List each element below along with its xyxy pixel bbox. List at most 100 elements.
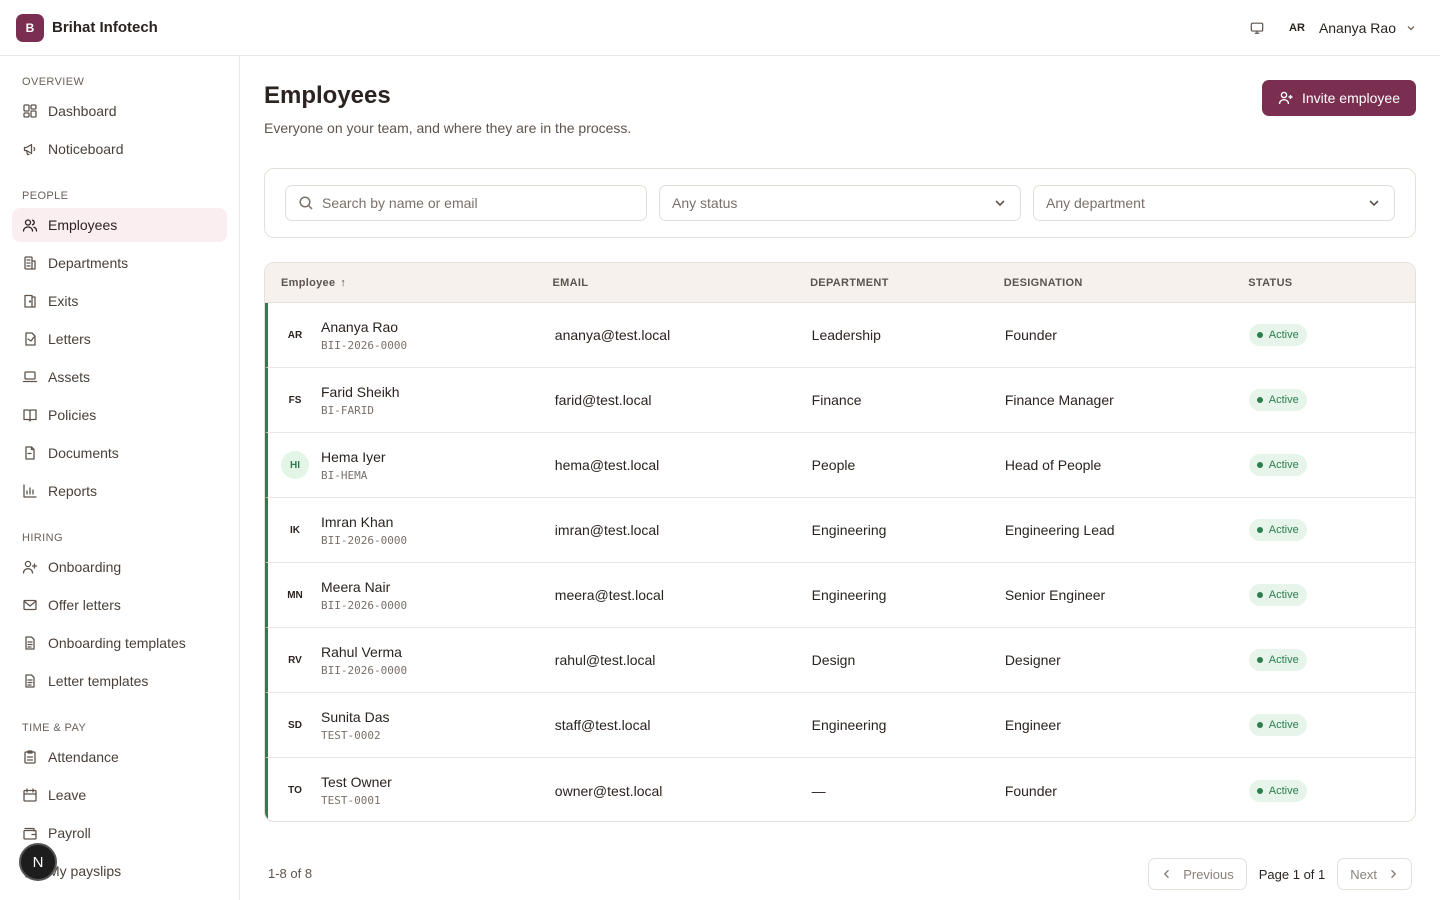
department-cell: Leadership: [811, 327, 881, 343]
sidebar-item-exits[interactable]: Exits: [12, 284, 227, 318]
file-icon: [25, 446, 35, 460]
employee-name[interactable]: Imran Khan: [321, 514, 407, 530]
page-title: Employees: [264, 82, 391, 109]
status-badge: Active: [1248, 649, 1307, 671]
file-text-icon: [25, 636, 35, 650]
status-label: Active: [1268, 589, 1299, 601]
status-label: Active: [1268, 719, 1299, 731]
sidebar-item-noticeboard[interactable]: Noticeboard: [12, 132, 227, 166]
sidebar-item-onboarding-templates[interactable]: Onboarding templates: [12, 626, 227, 660]
table-row[interactable]: HI Hema Iyer BI-HEMA hema@test.local Peo…: [265, 433, 1415, 498]
brand-name[interactable]: Brihat Infotech: [52, 19, 158, 36]
status-badge: Active: [1248, 779, 1307, 802]
user-avatar[interactable]: AR: [1289, 22, 1305, 34]
sidebar-item-leave[interactable]: Leave: [12, 778, 227, 812]
sidebar-item-onboarding[interactable]: Onboarding: [12, 550, 227, 584]
top-bar: B Brihat Infotech AR Ananya Rao: [0, 0, 1440, 56]
previous-page-button[interactable]: Previous: [1148, 858, 1247, 890]
employee-name[interactable]: Rahul Verma: [321, 644, 407, 660]
sidebar-item-label: Attendance: [48, 749, 119, 765]
search-input[interactable]: Search by name or email: [285, 185, 647, 221]
users-icon: [22, 219, 38, 232]
letter-icon: [25, 332, 36, 346]
nav-section-heading: HIRING: [22, 532, 63, 544]
employee-name[interactable]: Farid Sheikh: [321, 384, 400, 400]
employee-header-label: Employee: [281, 276, 336, 289]
employee-name[interactable]: Sunita Das: [321, 709, 389, 725]
avatar: RV: [288, 654, 302, 666]
sort-arrow-icon: ↑: [340, 276, 347, 289]
sidebar-item-employees[interactable]: Employees: [12, 208, 227, 242]
monitor-icon[interactable]: [1249, 20, 1265, 36]
table-row[interactable]: AR Ananya Rao BII-2026-0000 ananya@test.…: [265, 303, 1415, 368]
status-dot: [1256, 462, 1263, 468]
brand-logo[interactable]: B: [16, 13, 44, 42]
table-row[interactable]: MN Meera Nair BII-2026-0000 meera@test.l…: [265, 563, 1415, 628]
sidebar-item-documents[interactable]: Documents: [12, 436, 227, 470]
designation-cell: Founder: [1004, 327, 1057, 343]
employee-code: BII-2026-0000: [321, 663, 408, 677]
employee-name[interactable]: Ananya Rao: [321, 319, 407, 335]
employee-code: BII-2026-0000: [321, 598, 408, 612]
email-cell: imran@test.local: [554, 522, 660, 538]
employee-name[interactable]: Hema Iyer: [321, 449, 386, 465]
sidebar-item-letter-templates[interactable]: Letter templates: [12, 664, 227, 698]
sidebar-item-assets[interactable]: Assets: [12, 360, 227, 394]
sidebar-item-departments[interactable]: Departments: [12, 246, 227, 280]
status-badge: Active: [1248, 324, 1307, 346]
employee-name[interactable]: Test Owner: [321, 774, 392, 790]
status-select[interactable]: Any status: [659, 185, 1021, 221]
employees-table: Employee ↑ EMAIL DEPARTMENT DESIGNATION …: [264, 262, 1416, 822]
employee-name[interactable]: Meera Nair: [321, 579, 407, 595]
floating-action-button[interactable]: N: [19, 843, 57, 881]
chevron-down-icon[interactable]: [1404, 21, 1418, 35]
page-subtitle: Everyone on your team, and where they ar…: [264, 120, 632, 136]
sidebar-item-attendance[interactable]: Attendance: [12, 740, 227, 774]
next-page-button[interactable]: Next: [1337, 858, 1412, 890]
status-badge: Active: [1248, 584, 1307, 606]
employee-cell: TO Test Owner TEST-0001: [268, 774, 555, 807]
building-icon: [24, 256, 36, 270]
user-name[interactable]: Ananya Rao: [1319, 20, 1396, 36]
user-plus-icon: [22, 560, 38, 574]
table-row[interactable]: RV Rahul Verma BII-2026-0000 rahul@test.…: [265, 628, 1415, 693]
table-row[interactable]: FS Farid Sheikh BI-FARID farid@test.loca…: [265, 368, 1415, 433]
avatar: FS: [288, 394, 302, 406]
table-row[interactable]: IK Imran Khan BII-2026-0000 imran@test.l…: [265, 498, 1415, 563]
status-dot: [1256, 332, 1263, 338]
filter-bar: Search by name or email Any status Any d…: [264, 168, 1416, 238]
previous-label: Previous: [1183, 866, 1234, 882]
status-select-value: Any status: [672, 195, 738, 211]
employee-cell: SD Sunita Das TEST-0002: [268, 709, 555, 742]
sidebar-item-policies[interactable]: Policies: [12, 398, 227, 432]
email-cell: owner@test.local: [554, 782, 663, 799]
sidebar-item-letters[interactable]: Letters: [12, 322, 227, 356]
invite-employee-button[interactable]: Invite employee: [1261, 80, 1416, 116]
laptop-icon: [22, 371, 38, 383]
employee-code: BII-2026-0000: [321, 533, 408, 547]
sidebar-item-dashboard[interactable]: Dashboard: [12, 94, 227, 128]
status-label: Active: [1268, 784, 1299, 797]
table-row[interactable]: TO Test Owner TEST-0001 owner@test.local…: [265, 758, 1415, 821]
employee-code: BII-2026-0000: [321, 338, 408, 352]
avatar: HI: [281, 451, 309, 479]
email-cell: hema@test.local: [554, 457, 660, 473]
designation-cell: Engineering Lead: [1004, 522, 1115, 538]
avatar: IK: [290, 524, 300, 536]
table-row[interactable]: SD Sunita Das TEST-0002 staff@test.local…: [265, 693, 1415, 758]
sidebar-item-reports[interactable]: Reports: [12, 474, 227, 508]
sidebar-item-label: Letter templates: [48, 673, 149, 689]
employee-cell: HI Hema Iyer BI-HEMA: [268, 449, 555, 482]
status-label: Active: [1268, 654, 1299, 666]
status-dot: [1256, 657, 1263, 663]
status-cell: Active: [1248, 649, 1415, 671]
nav-section-heading: TIME & PAY: [22, 722, 87, 734]
status-badge: Active: [1248, 454, 1307, 476]
status-cell: Active: [1248, 714, 1415, 736]
sidebar-item-label: Documents: [48, 445, 119, 461]
employee-code: TEST-0002: [321, 728, 381, 742]
designation-cell: Engineer: [1004, 717, 1061, 733]
sidebar-item-offer-letters[interactable]: Offer letters: [12, 588, 227, 622]
department-select[interactable]: Any department: [1033, 185, 1395, 221]
employee-column-header[interactable]: Employee ↑: [265, 277, 553, 289]
